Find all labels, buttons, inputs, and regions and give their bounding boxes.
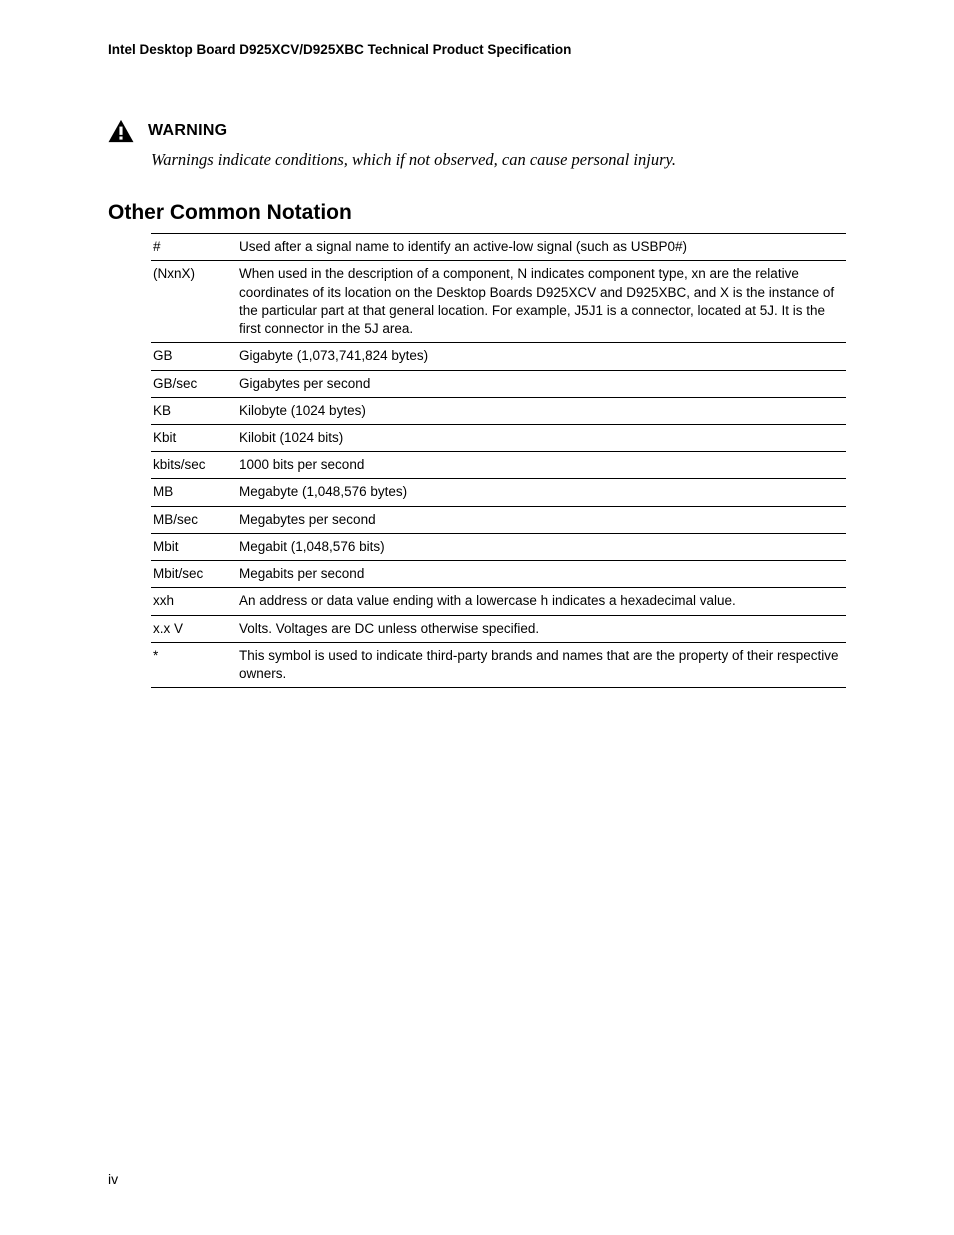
notation-term: * [151, 642, 239, 687]
table-row: #Used after a signal name to identify an… [151, 234, 846, 261]
notation-definition: Kilobyte (1024 bytes) [239, 397, 846, 424]
table-row: KbitKilobit (1024 bits) [151, 425, 846, 452]
table-row: xxhAn address or data value ending with … [151, 588, 846, 615]
warning-label: WARNING [148, 122, 227, 140]
table-row: GBGigabyte (1,073,741,824 bytes) [151, 343, 846, 370]
running-header: Intel Desktop Board D925XCV/D925XBC Tech… [108, 42, 846, 57]
notation-term: # [151, 234, 239, 261]
notation-term: x.x V [151, 615, 239, 642]
table-row: x.x VVolts. Voltages are DC unless other… [151, 615, 846, 642]
notation-term: KB [151, 397, 239, 424]
notation-definition: Gigabytes per second [239, 370, 846, 397]
notation-definition: When used in the description of a compon… [239, 261, 846, 343]
notation-term: MB/sec [151, 506, 239, 533]
warning-block: WARNING Warnings indicate conditions, wh… [108, 119, 846, 171]
page-number: iv [108, 1171, 118, 1187]
notation-term: kbits/sec [151, 452, 239, 479]
notation-definition: Gigabyte (1,073,741,824 bytes) [239, 343, 846, 370]
table-row: MB/secMegabytes per second [151, 506, 846, 533]
notation-term: Mbit [151, 533, 239, 560]
table-row: (NxnX)When used in the description of a … [151, 261, 846, 343]
table-row: Mbit/secMegabits per second [151, 561, 846, 588]
warning-heading-row: WARNING [108, 119, 846, 143]
warning-triangle-icon [108, 119, 134, 143]
notation-table: #Used after a signal name to identify an… [151, 233, 846, 688]
notation-term: Mbit/sec [151, 561, 239, 588]
notation-definition: Used after a signal name to identify an … [239, 234, 846, 261]
notation-definition: Kilobit (1024 bits) [239, 425, 846, 452]
page-content: Intel Desktop Board D925XCV/D925XBC Tech… [0, 0, 954, 688]
notation-definition: Megabyte (1,048,576 bytes) [239, 479, 846, 506]
notation-definition: Volts. Voltages are DC unless otherwise … [239, 615, 846, 642]
table-row: GB/secGigabytes per second [151, 370, 846, 397]
notation-term: GB [151, 343, 239, 370]
table-row: MBMegabyte (1,048,576 bytes) [151, 479, 846, 506]
table-row: kbits/sec1000 bits per second [151, 452, 846, 479]
notation-term: Kbit [151, 425, 239, 452]
notation-definition: Megabit (1,048,576 bits) [239, 533, 846, 560]
notation-term: GB/sec [151, 370, 239, 397]
notation-term: xxh [151, 588, 239, 615]
notation-definition: Megabytes per second [239, 506, 846, 533]
table-row: *This symbol is used to indicate third-p… [151, 642, 846, 687]
table-row: KBKilobyte (1024 bytes) [151, 397, 846, 424]
warning-description: Warnings indicate conditions, which if n… [151, 149, 846, 171]
section-heading: Other Common Notation [108, 201, 846, 225]
notation-definition: An address or data value ending with a l… [239, 588, 846, 615]
notation-definition: 1000 bits per second [239, 452, 846, 479]
notation-definition: Megabits per second [239, 561, 846, 588]
notation-definition: This symbol is used to indicate third-pa… [239, 642, 846, 687]
table-row: MbitMegabit (1,048,576 bits) [151, 533, 846, 560]
notation-term: (NxnX) [151, 261, 239, 343]
notation-term: MB [151, 479, 239, 506]
